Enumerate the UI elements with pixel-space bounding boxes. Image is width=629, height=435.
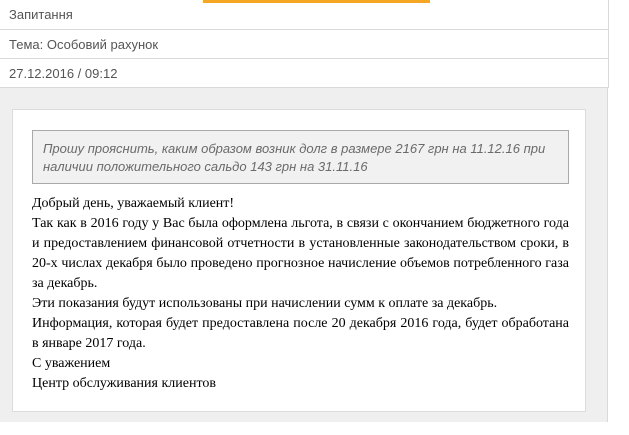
message-datetime: 27.12.2016 / 09:12	[0, 59, 608, 88]
answer-panel: Прошу прояснить, каким образом возник до…	[0, 88, 608, 422]
answer-box: Прошу прояснить, каким образом возник до…	[12, 109, 586, 412]
question-quote: Прошу прояснить, каким образом возник до…	[32, 130, 569, 184]
message-title: Запитання	[0, 0, 608, 30]
reply-paragraph: Так как в 2016 году у Вас была оформлена…	[32, 216, 569, 291]
reply-text: Добрый день, уважаемый клиент! Так как в…	[32, 194, 569, 394]
message-view: Запитання Тема: Особовий рахунок 27.12.2…	[0, 0, 629, 435]
message-topic: Тема: Особовий рахунок	[0, 30, 608, 59]
message-header-table: Запитання Тема: Особовий рахунок 27.12.2…	[0, 0, 609, 88]
reply-signature: Центр обслуживания клиентов	[32, 376, 217, 391]
reply-paragraph: Эти показания будут использованы при нач…	[32, 296, 498, 311]
reply-closing: С уважением	[32, 356, 111, 371]
reply-greeting: Добрый день, уважаемый клиент!	[32, 196, 235, 211]
reply-paragraph: Информация, которая будет предоставлена …	[32, 316, 569, 351]
